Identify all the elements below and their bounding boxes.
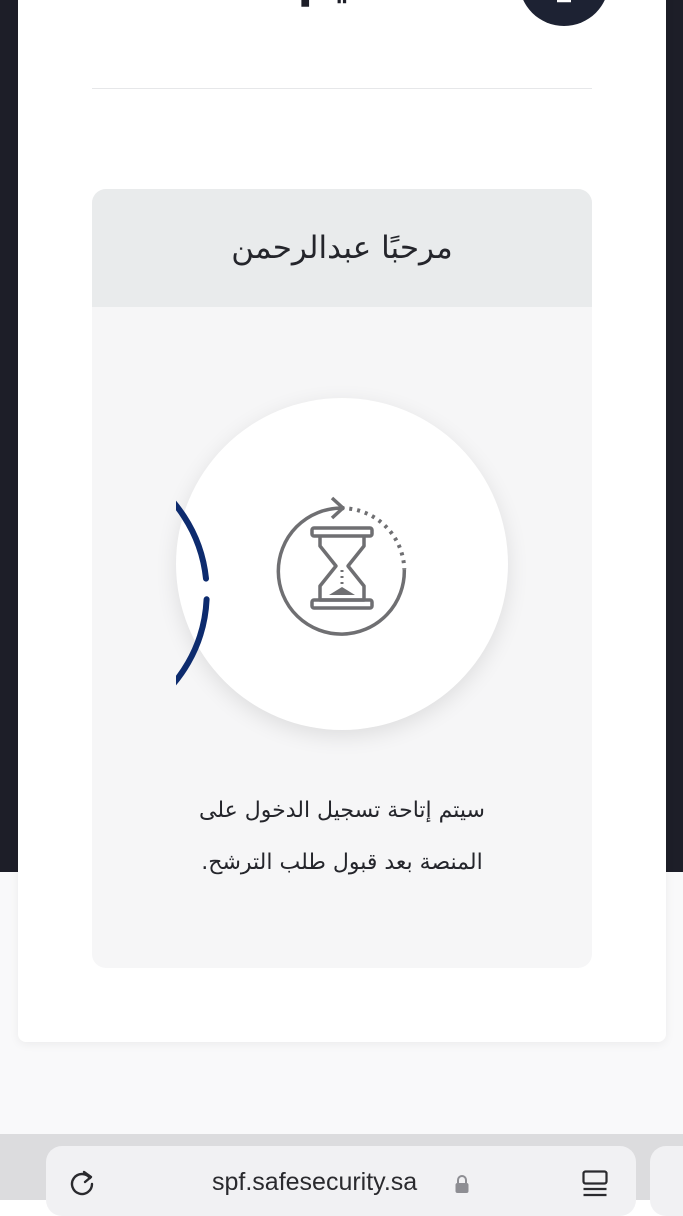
status-message-line-2: المنصة بعد قبول طلب الترشح. xyxy=(201,850,483,875)
header-divider xyxy=(92,88,592,89)
url-text[interactable]: spf.safesecurity.sa xyxy=(212,1168,417,1197)
url-field[interactable]: spf.safesecurity.sa xyxy=(46,1146,636,1216)
header-icon-badge xyxy=(519,0,609,26)
welcome-banner: مرحبًا عبدالرحمن xyxy=(92,189,592,307)
status-message-line-1: سيتم إتاحة تسجيل الدخول على xyxy=(199,798,485,823)
page-title: التقديم xyxy=(298,0,456,12)
browser-address-bar: spf.safesecurity.sa xyxy=(0,1134,683,1216)
reload-icon[interactable] xyxy=(68,1168,96,1196)
next-tab-pill[interactable] xyxy=(650,1146,683,1216)
hourglass-refresh-icon xyxy=(276,496,407,636)
progress-ring xyxy=(176,500,210,686)
tabs-icon[interactable] xyxy=(582,1170,608,1200)
status-message: سيتم إتاحة تسجيل الدخول على المنصة بعد ق… xyxy=(92,785,592,889)
status-panel: مرحبًا عبدالرحمن سيتم إتاحة تسجيل الدخول… xyxy=(92,189,592,968)
lock-icon xyxy=(455,1175,469,1193)
status-indicator xyxy=(176,398,508,730)
status-svg xyxy=(176,496,407,686)
monitor-download-icon xyxy=(557,0,571,3)
